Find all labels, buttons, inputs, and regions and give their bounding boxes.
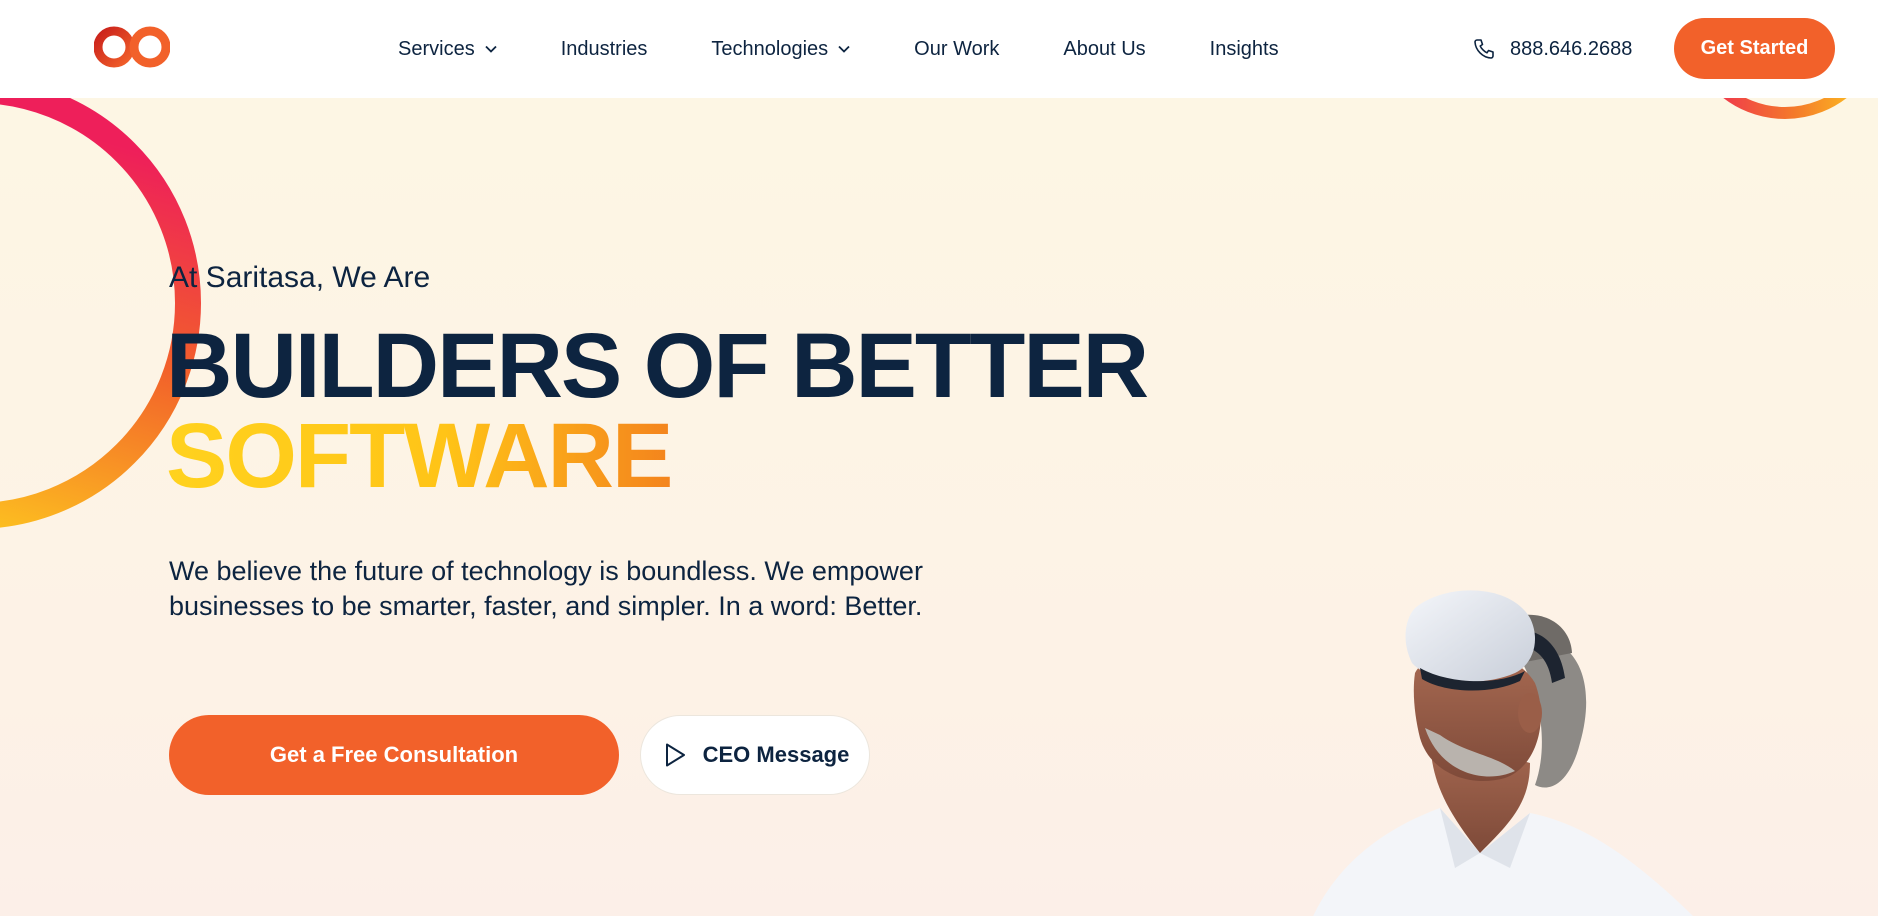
nav-insights-label: Insights <box>1209 37 1279 60</box>
chevron-down-icon <box>485 45 497 53</box>
nav-insights[interactable]: Insights <box>1210 38 1279 61</box>
ceo-message-button[interactable]: CEO Message <box>640 715 870 795</box>
saritasa-logo[interactable] <box>94 24 170 70</box>
hero-description: We believe the future of technology is b… <box>169 556 923 621</box>
nav-technologies-label: Technologies <box>711 37 829 60</box>
phone-link[interactable]: 888.646.2688 <box>1472 36 1632 62</box>
nav-technologies[interactable]: Technologies <box>711 38 850 61</box>
hero-eyebrow: At Saritasa, We Are <box>169 261 431 294</box>
site-header: Services Industries Technologies Our Wor… <box>0 0 1878 98</box>
hero-headline-highlight: SOFTWARE <box>166 405 673 507</box>
nav-about-us[interactable]: About Us <box>1063 38 1145 61</box>
nav-our-work[interactable]: Our Work <box>914 38 999 61</box>
hero-headline: BUILDERS OF BETTER <box>166 315 1149 417</box>
nav-about-us-label: About Us <box>1063 37 1146 60</box>
ceo-message-label: CEO Message <box>702 742 850 767</box>
decorative-ring-right <box>1723 98 1847 119</box>
get-started-button[interactable]: Get Started <box>1674 18 1835 79</box>
chevron-down-icon <box>838 45 850 53</box>
nav-our-work-label: Our Work <box>914 37 1000 60</box>
nav-industries[interactable]: Industries <box>561 38 648 61</box>
nav-services-label: Services <box>398 37 475 60</box>
phone-number: 888.646.2688 <box>1510 37 1633 60</box>
free-consultation-button[interactable]: Get a Free Consultation <box>169 715 619 795</box>
nav-services[interactable]: Services <box>398 38 497 61</box>
play-icon <box>665 743 685 767</box>
main-nav: Services Industries Technologies Our Wor… <box>398 0 1279 98</box>
phone-icon <box>1474 39 1494 59</box>
nav-industries-label: Industries <box>560 37 648 60</box>
hero-vr-image <box>1313 590 1693 916</box>
hero-section: At Saritasa, We Are BUILDERS OF BETTER S… <box>0 98 1878 916</box>
